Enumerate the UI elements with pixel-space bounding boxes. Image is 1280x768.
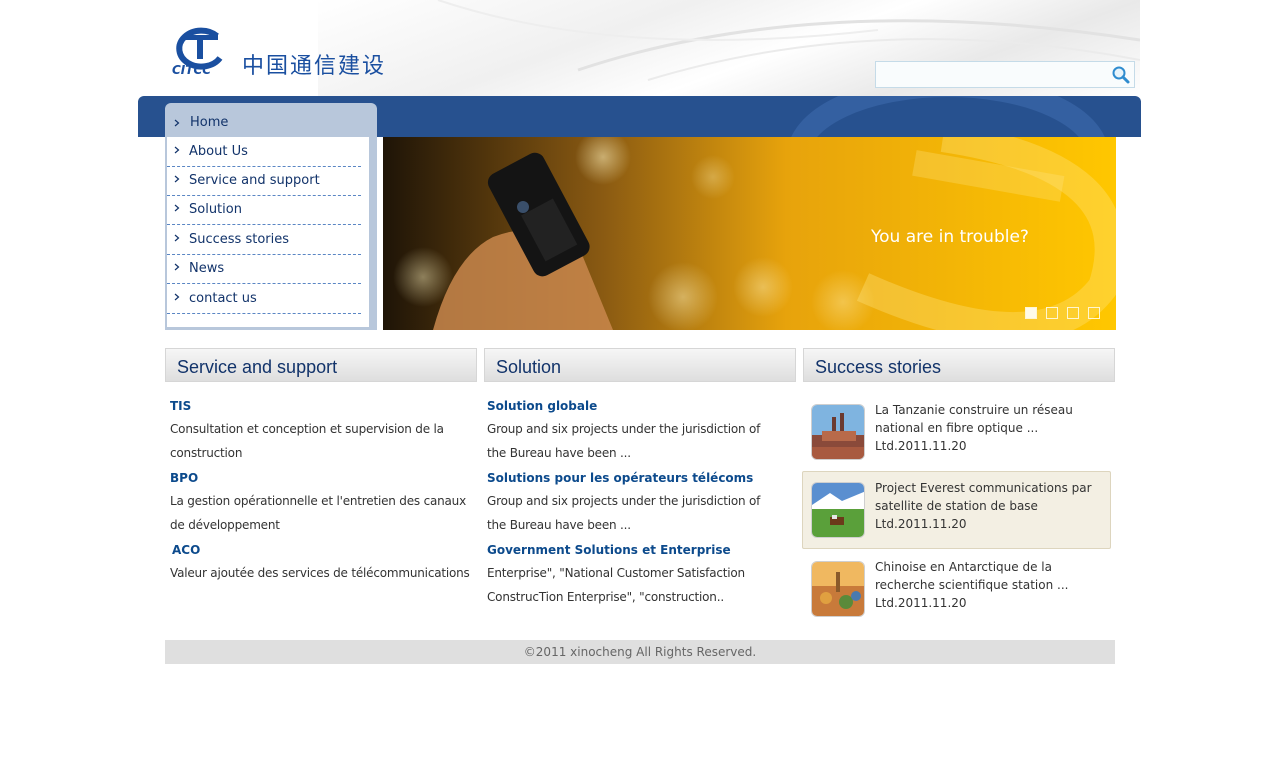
solution-entry-text: Enterprise", "National Customer Satisfac… [487, 566, 745, 604]
section-title: Solution [496, 357, 562, 377]
story-date: Ltd.2011.11.20 [875, 596, 967, 610]
solution-entry-title[interactable]: Solutions pour les opérateurs télécoms [487, 471, 753, 485]
nav-item-label: Service and support [189, 173, 320, 188]
banner-slideshow[interactable]: You are in trouble? [383, 137, 1116, 330]
story-thumbnail [811, 482, 865, 538]
chevron-right-icon [174, 119, 180, 127]
chevron-right-icon [174, 146, 180, 154]
nav-item-label: News [189, 261, 225, 276]
story-date: Ltd.2011.11.20 [875, 439, 967, 453]
solution-entry-title[interactable]: Government Solutions et Enterprise [487, 543, 731, 557]
copyright-text: ©2011 xinocheng All Rights Reserved. [523, 645, 757, 659]
service-entry-text: Valeur ajoutée des services de télécommu… [170, 566, 470, 580]
chevron-right-icon [174, 204, 180, 212]
banner-caption: You are in trouble? [871, 227, 1029, 247]
search-box [875, 61, 1135, 88]
nav-item-news[interactable]: News [167, 254, 361, 284]
service-entry-title[interactable]: ACO [172, 543, 200, 557]
chevron-right-icon [174, 263, 180, 271]
logo-text-cn: 中国通信建设 [242, 54, 387, 79]
slide-dot-4[interactable] [1088, 307, 1100, 319]
chevron-right-icon [174, 175, 180, 183]
stories-section-header: Success stories [803, 348, 1115, 382]
service-entry-title[interactable]: BPO [170, 471, 198, 485]
nav-item-solution[interactable]: Solution [167, 195, 361, 225]
nav-item-contact-us[interactable]: contact us [167, 284, 361, 314]
solution-section-header: Solution [484, 348, 796, 382]
section-title: Service and support [177, 357, 338, 377]
nav-item-label: Success stories [189, 232, 290, 247]
story-text: Chinoise en Antarctique de la recherche … [875, 558, 1100, 612]
chevron-right-icon [174, 234, 180, 242]
story-title: Project Everest communications par satel… [875, 481, 1092, 513]
service-entry-text: La gestion opérationnelle et l'entretien… [170, 494, 466, 532]
search-icon[interactable] [1111, 65, 1131, 85]
nav-item-success-stories[interactable]: Success stories [167, 225, 361, 255]
story-text: Project Everest communications par satel… [875, 479, 1100, 533]
slide-dot-1[interactable] [1025, 307, 1037, 319]
slide-dot-3[interactable] [1067, 307, 1079, 319]
slide-dot-2[interactable] [1046, 307, 1058, 319]
service-section-header: Service and support [165, 348, 477, 382]
story-text: La Tanzanie construire un réseau nationa… [875, 401, 1100, 455]
solution-entry-title[interactable]: Solution globale [487, 399, 597, 413]
service-entry-title[interactable]: TIS [170, 399, 191, 413]
section-title: Success stories [815, 357, 942, 377]
nav-item-label: Home [190, 115, 229, 130]
story-thumbnail [811, 561, 865, 617]
story-title: La Tanzanie construire un réseau nationa… [875, 403, 1073, 435]
story-item[interactable]: Chinoise en Antarctique de la recherche … [802, 550, 1111, 628]
story-title: Chinoise en Antarctique de la recherche … [875, 560, 1069, 592]
service-entry-text: Consultation et conception et supervisio… [170, 422, 444, 460]
sidebar-menu: About Us Service and support Solution Su… [167, 137, 369, 327]
logo-emblem-icon: CITCC [172, 27, 223, 76]
nav-item-service-support[interactable]: Service and support [167, 166, 361, 196]
nav-item-home[interactable]: Home [165, 111, 369, 135]
story-item[interactable]: La Tanzanie construire un réseau nationa… [802, 393, 1111, 471]
search-input[interactable] [878, 64, 1108, 85]
nav-item-about-us[interactable]: About Us [167, 137, 361, 167]
story-thumbnail [811, 404, 865, 460]
solution-entry-text: Group and six projects under the jurisdi… [487, 494, 761, 532]
story-date: Ltd.2011.11.20 [875, 517, 967, 531]
nav-item-label: Solution [189, 202, 242, 217]
sidebar-nav: Home About Us Service and support Soluti… [165, 103, 377, 330]
logo[interactable]: CITCC 中国通信建设 [170, 26, 390, 79]
nav-item-label: About Us [189, 144, 248, 159]
footer: ©2011 xinocheng All Rights Reserved. [165, 640, 1115, 664]
logo-text-en: CITCC [172, 63, 211, 76]
nav-item-label: contact us [189, 291, 257, 306]
story-item[interactable]: Project Everest communications par satel… [802, 471, 1111, 549]
solution-entry-text: Group and six projects under the jurisdi… [487, 422, 761, 460]
chevron-right-icon [174, 293, 180, 301]
